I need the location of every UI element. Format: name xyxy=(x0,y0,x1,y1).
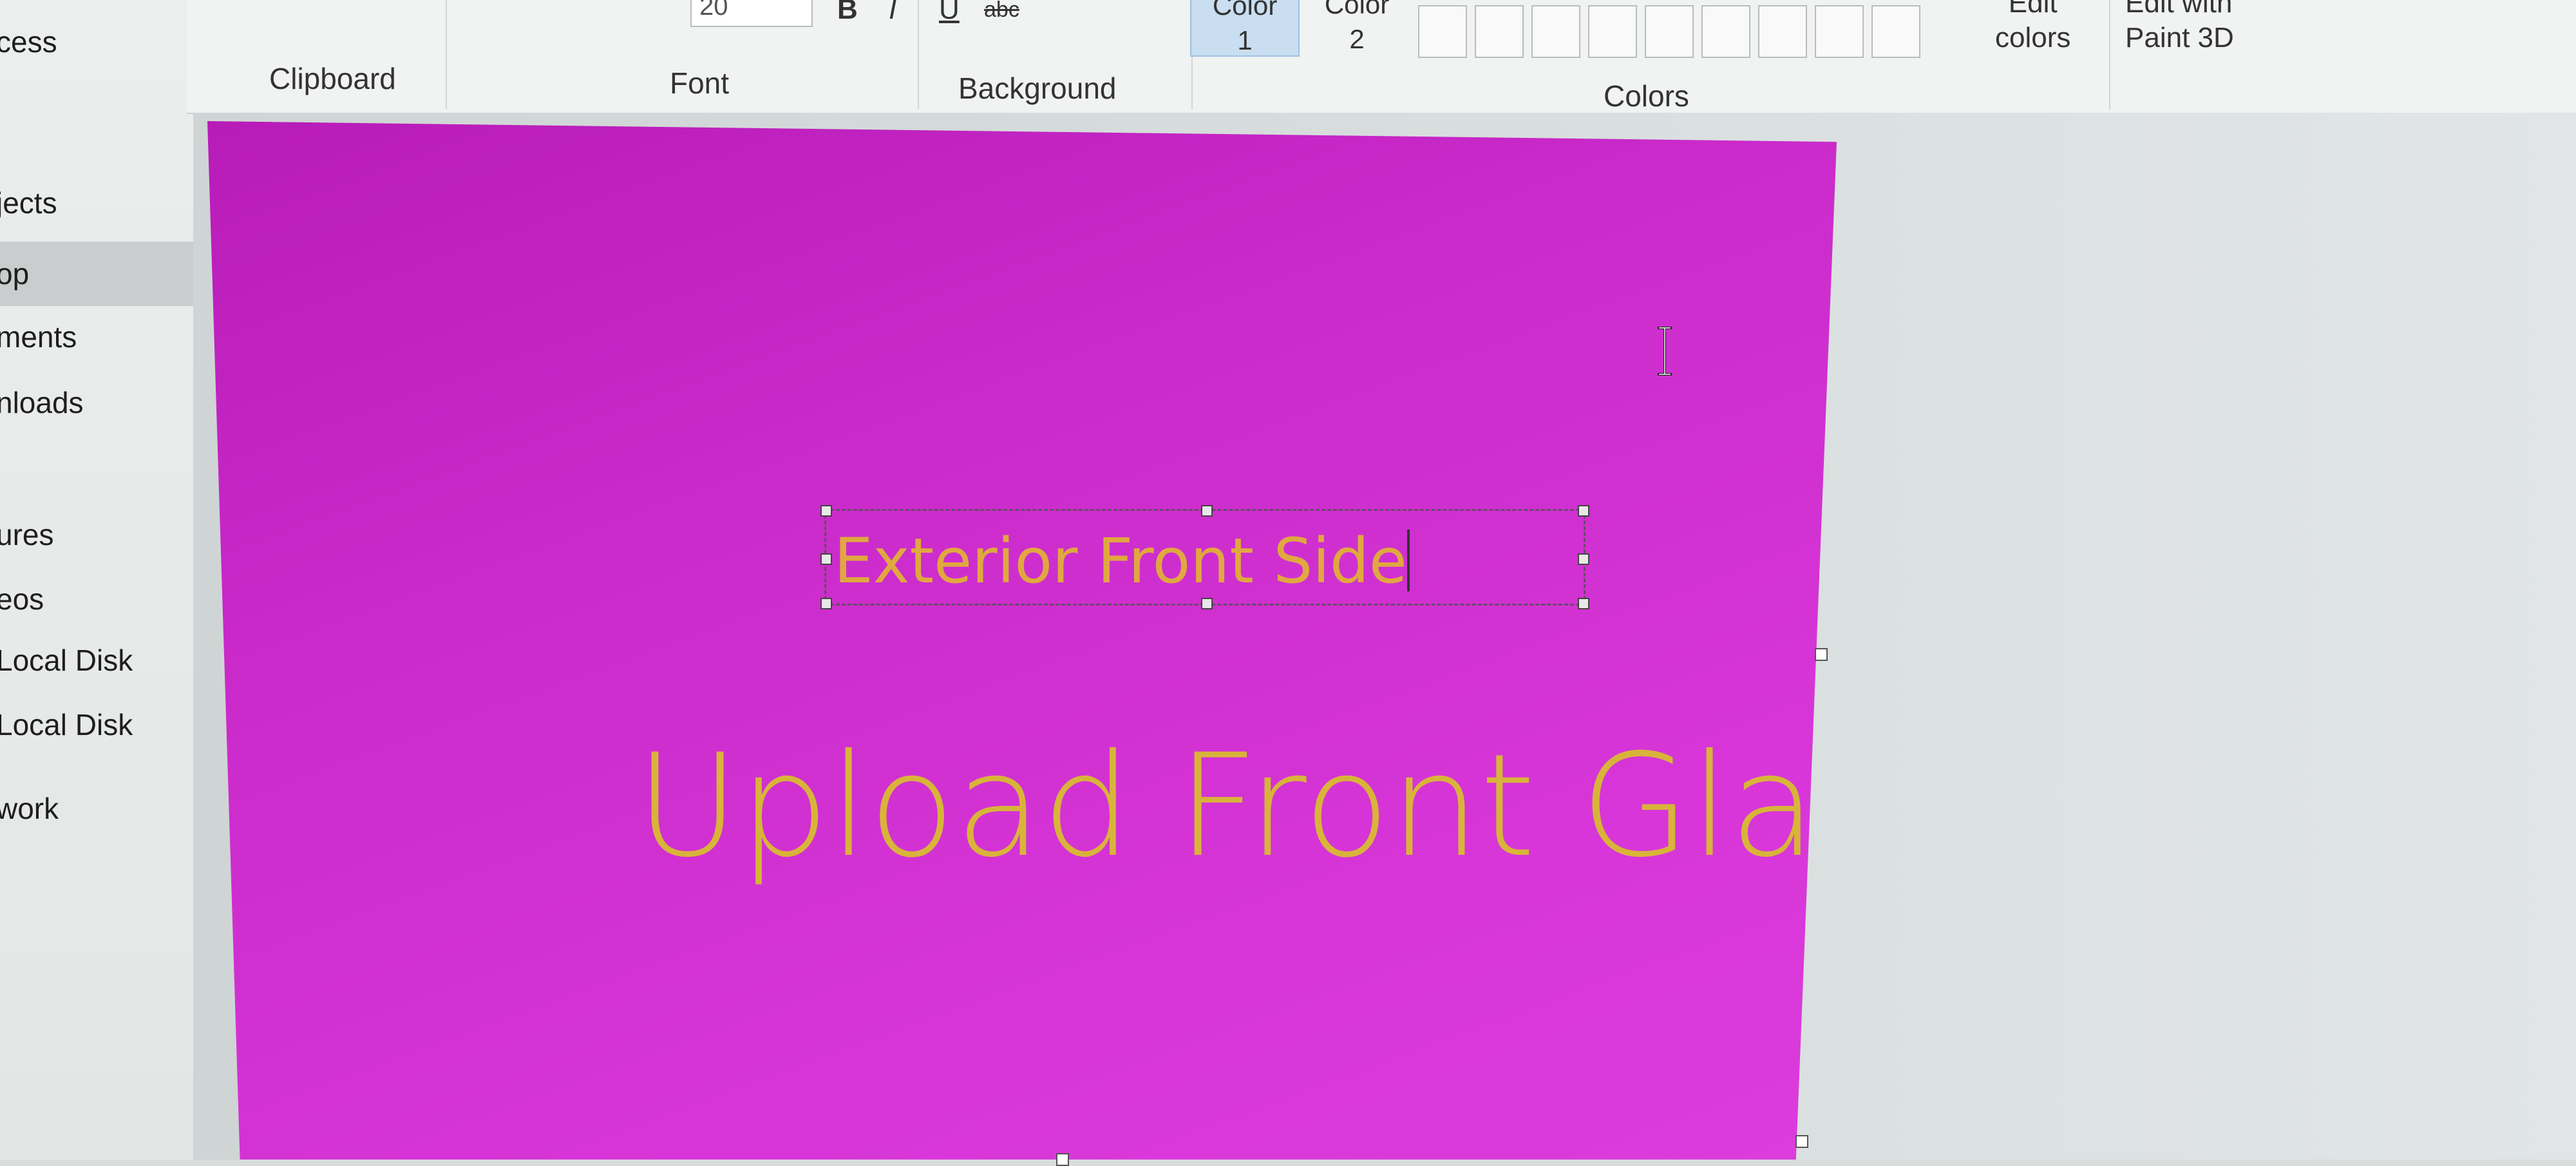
text-box-handle[interactable] xyxy=(1578,505,1589,517)
color-swatch[interactable] xyxy=(1418,5,1467,58)
sidebar-item-label: cess xyxy=(0,25,57,59)
sidebar-item-local-disk-d[interactable]: Local Disk xyxy=(0,696,193,754)
color2-button[interactable]: Color 2 xyxy=(1302,0,1412,57)
paint-canvas[interactable]: Exterior Front Side Upload Front Glass xyxy=(207,121,1837,1160)
sidebar-item-local-disk-c[interactable]: Local Disk xyxy=(0,631,193,689)
text-box-content[interactable]: Exterior Front Side xyxy=(834,525,1410,597)
italic-button[interactable]: I xyxy=(889,0,896,26)
sidebar-item-documents[interactable]: ments xyxy=(0,308,193,366)
edit-colors-button[interactable]: Edit colors xyxy=(1995,0,2070,55)
font-size-select[interactable]: 20 xyxy=(690,0,813,27)
sidebar-item-3d-objects[interactable]: jects xyxy=(0,174,193,232)
edit-colors-line1: Edit xyxy=(2008,0,2058,19)
underline-button[interactable]: U xyxy=(939,0,960,26)
sidebar-item-label: nloads xyxy=(0,386,84,419)
edit-paint3d-line2: Paint 3D xyxy=(2125,22,2234,53)
sidebar-item-label: jects xyxy=(0,186,57,220)
canvas-drawn-text: Upload Front Glass xyxy=(636,723,1964,888)
sidebar-item-label: eos xyxy=(0,582,44,616)
sidebar-item-network[interactable]: work xyxy=(0,779,193,837)
sidebar-item-quick-access[interactable]: cess xyxy=(0,13,193,71)
text-box-handle[interactable] xyxy=(1201,598,1213,609)
sidebar-item-videos[interactable]: eos xyxy=(0,570,193,628)
color-swatch[interactable] xyxy=(1531,5,1580,58)
color-swatch[interactable] xyxy=(1588,5,1637,58)
color1-label-line1: Color xyxy=(1212,0,1278,21)
font-group-label: Font xyxy=(670,66,730,100)
text-caret xyxy=(1406,530,1410,591)
text-input-box[interactable]: Exterior Front Side xyxy=(820,505,1589,609)
sidebar-item-downloads[interactable]: nloads xyxy=(0,374,193,432)
color-swatch[interactable] xyxy=(1475,5,1524,58)
paint-ribbon: 20 B I U abc Clipboard Font Background C… xyxy=(187,0,2576,114)
color1-label-line2: 1 xyxy=(1237,25,1253,55)
clipboard-group-label: Clipboard xyxy=(269,62,396,95)
canvas-resize-handle-right[interactable] xyxy=(1815,648,1828,661)
text-box-handle[interactable] xyxy=(1201,505,1213,517)
ribbon-separator xyxy=(446,0,447,110)
edit-with-paint3d-button[interactable]: Edit with Paint 3D xyxy=(2125,0,2234,55)
background-group-label: Background xyxy=(958,72,1117,105)
strikethrough-button[interactable]: abc xyxy=(984,0,1019,23)
navigation-pane: cess jects op ments nloads ures eos Loca… xyxy=(0,0,194,1160)
edit-paint3d-line1: Edit with xyxy=(2125,0,2233,19)
color-swatch[interactable] xyxy=(1871,5,1920,58)
color-swatch[interactable] xyxy=(1758,5,1807,58)
text-box-handle[interactable] xyxy=(820,505,832,517)
sidebar-item-pictures[interactable]: ures xyxy=(0,506,193,564)
sidebar-item-label: ures xyxy=(0,518,54,551)
sidebar-item-label: Local Disk xyxy=(0,644,133,677)
text-box-handle[interactable] xyxy=(820,553,832,565)
ribbon-separator xyxy=(918,0,919,110)
text-box-handle[interactable] xyxy=(820,598,832,609)
color1-button[interactable]: Color 1 xyxy=(1190,0,1300,57)
edit-colors-line2: colors xyxy=(1995,22,2071,53)
text-cursor-icon xyxy=(1658,327,1672,376)
color2-label-line2: 2 xyxy=(1349,24,1365,54)
sidebar-item-label: work xyxy=(0,792,59,825)
text-box-handle[interactable] xyxy=(1578,553,1589,565)
sidebar-item-label: Local Disk xyxy=(0,708,133,741)
text-box-handle[interactable] xyxy=(1578,598,1589,609)
canvas-resize-handle-corner[interactable] xyxy=(1795,1135,1808,1148)
color-swatch[interactable] xyxy=(1701,5,1750,58)
color-swatch[interactable] xyxy=(1645,5,1694,58)
text-box-value: Exterior Front Side xyxy=(834,525,1407,597)
bold-button[interactable]: B xyxy=(837,0,858,26)
color-swatch[interactable] xyxy=(1815,5,1864,58)
canvas-resize-handle-bottom[interactable] xyxy=(1056,1153,1069,1166)
color2-label-line1: Color xyxy=(1324,0,1390,19)
colors-group-label: Colors xyxy=(1604,79,1689,113)
ribbon-separator xyxy=(2109,0,2110,110)
sidebar-item-label: op xyxy=(0,257,30,291)
sidebar-item-label: ments xyxy=(0,320,77,354)
sidebar-item-desktop[interactable]: op xyxy=(0,242,193,306)
